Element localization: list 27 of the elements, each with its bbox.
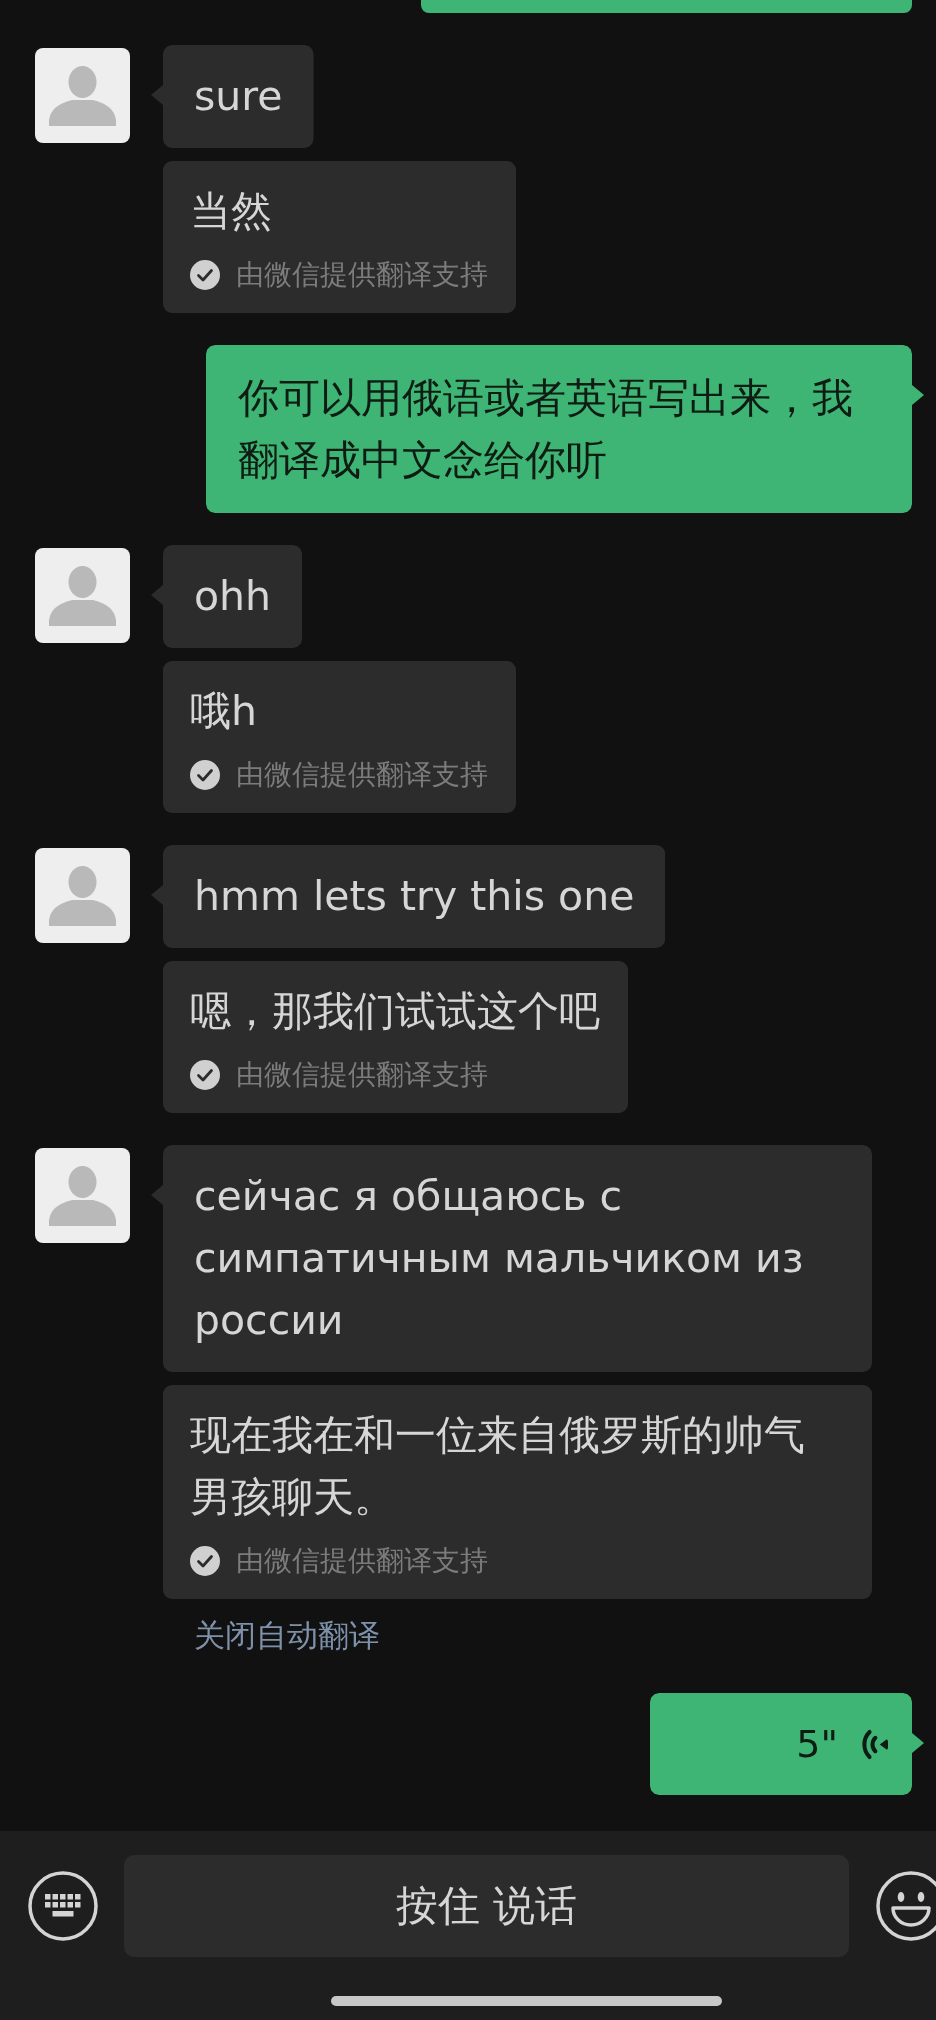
translated-text: 当然	[190, 186, 273, 237]
check-icon	[190, 260, 220, 290]
hold-to-talk-button[interactable]: 按住 说话	[124, 1855, 849, 1957]
turn-off-translation-link[interactable]: 关闭自动翻译	[194, 1617, 380, 1653]
translated-text: 嗯，那我们试试这个吧	[190, 986, 600, 1037]
translation-note: 由微信提供翻译支持	[236, 1057, 488, 1093]
translation-note: 由微信提供翻译支持	[236, 757, 488, 793]
message-bubble: сейчас я общаюсь с симпатичным мальчиком из россии	[151, 1145, 872, 1372]
avatar-icon	[35, 848, 130, 943]
check-icon	[190, 1060, 220, 1090]
message-bubble: sure	[151, 45, 314, 148]
smiley-icon[interactable]	[876, 1871, 936, 1941]
translated-text: 哦h	[190, 686, 258, 737]
voice-message[interactable]: 5"	[650, 1693, 924, 1795]
translation-note: 由微信提供翻译支持	[236, 1543, 488, 1579]
keyboard-icon[interactable]	[28, 1871, 98, 1941]
message-bubble: ohh	[151, 545, 303, 648]
translation-note: 由微信提供翻译支持	[236, 257, 488, 293]
check-icon	[190, 760, 220, 790]
avatar-icon	[35, 1148, 130, 1243]
sound-wave-icon	[862, 1728, 888, 1760]
check-icon	[190, 1546, 220, 1576]
avatar-icon	[35, 548, 130, 643]
avatar-icon	[35, 48, 130, 143]
translated-text: 现在我在和一位来自俄罗斯的帅气男孩聊天。	[190, 1410, 806, 1523]
message-bubble: hmm lets try this one	[151, 845, 666, 948]
message-bubble: 你可以用俄语或者英语写出来，我翻译成中文念给你听	[206, 345, 924, 513]
